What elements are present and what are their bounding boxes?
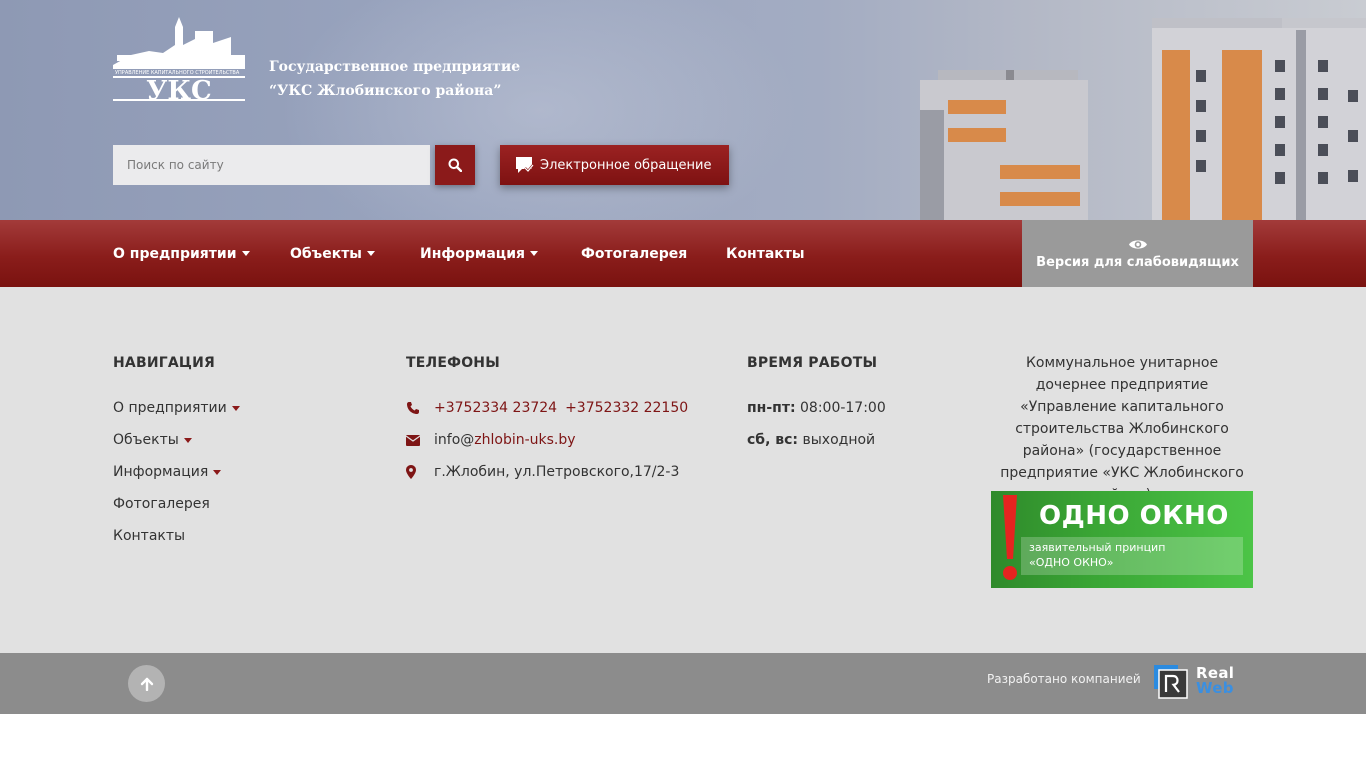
nav-item-label: Контакты	[726, 245, 805, 262]
building-window	[1318, 144, 1328, 156]
caret-down-icon	[231, 405, 240, 411]
low-vision-version-label: Версия для слабовидящих	[1036, 254, 1239, 270]
hours-weekdays: пн-пт: 08:00-17:00	[747, 400, 886, 416]
facade-shadow	[920, 110, 944, 220]
building-window	[1275, 88, 1285, 100]
building-window	[1196, 130, 1206, 142]
building-window	[1275, 172, 1285, 184]
address-row: г.Жлобин, ул.Петровского,17/2-3	[406, 464, 679, 480]
appeal-icon	[516, 156, 534, 174]
arrow-up-icon	[140, 677, 153, 691]
footer-link-photogallery[interactable]: Фотогалерея	[113, 496, 210, 512]
caret-down-icon	[241, 251, 250, 256]
building-window	[1196, 160, 1206, 172]
building-window	[1318, 172, 1328, 184]
building-window	[1348, 170, 1358, 182]
banner-subtitle-1: заявительный принцип	[1029, 541, 1166, 554]
caret-down-icon	[366, 251, 375, 256]
banner-subtitle-2: «ОДНО ОКНО»	[1029, 556, 1114, 569]
facade-panel	[1222, 50, 1262, 220]
facade-shadow	[1296, 30, 1306, 220]
org-name-line2: “УКС Жлобинского района”	[269, 83, 502, 99]
banner-title: ОДНО ОКНО	[1039, 501, 1229, 531]
site-header: УПРАВЛЕНИЕ КАПИТАЛЬНОГО СТРОИТЕЛЬСТВА УК…	[0, 0, 1366, 220]
envelope-icon	[406, 434, 434, 446]
nav-item-label: О предприятии	[113, 245, 237, 262]
building-window	[1275, 60, 1285, 72]
building-window	[1196, 70, 1206, 82]
phone-link-2[interactable]: +3752332 22150	[565, 400, 688, 416]
caret-down-icon	[183, 437, 192, 443]
org-name-line1: Государственное предприятие	[269, 59, 521, 75]
org-description: Коммунальное унитарное дочернее предприя…	[1000, 355, 1244, 503]
footer-link-label: О предприятии	[113, 400, 227, 416]
facade-panel	[1162, 50, 1190, 220]
footer-link-about[interactable]: О предприятии	[113, 400, 240, 416]
footer-link-label: Объекты	[113, 432, 179, 448]
electronic-appeal-label: Электронное обращение	[540, 157, 712, 173]
building-window	[1275, 116, 1285, 128]
email-link[interactable]: zhlobin-uks.by	[474, 432, 575, 448]
one-window-banner[interactable]: ОДНО ОКНО заявительный принцип «ОДНО ОКН…	[991, 491, 1253, 588]
footer-link-information[interactable]: Информация	[113, 464, 222, 480]
footer-link-label: Фотогалерея	[113, 496, 210, 512]
building-window	[1318, 88, 1328, 100]
caret-down-icon	[530, 251, 538, 256]
nav-item-label: Фотогалерея	[581, 245, 688, 262]
search-button[interactable]	[435, 145, 475, 185]
footer-phones-title: ТЕЛЕФОНЫ	[406, 355, 500, 371]
hours-weekend: сб, вс: выходной	[747, 432, 875, 448]
org-name: Государственное предприятие “УКС Жлобинс…	[269, 55, 520, 103]
building-window	[1348, 90, 1358, 102]
developer-logo-web: Web	[1196, 679, 1234, 697]
facade-panel	[1000, 192, 1080, 206]
address-text: г.Жлобин, ул.Петровского,17/2-3	[434, 464, 680, 480]
footer-link-label: Контакты	[113, 528, 186, 544]
weekend-label: сб, вс:	[747, 432, 799, 448]
nav-item-label: Информация	[420, 245, 525, 262]
phone-icon	[406, 401, 434, 415]
footer-navigation-title: НАВИГАЦИЯ	[113, 355, 215, 371]
email-prefix: info@	[434, 432, 475, 448]
facade-panel	[1000, 165, 1080, 179]
search-input[interactable]	[113, 145, 430, 185]
email-row: info@ zhlobin-uks.by	[406, 432, 576, 448]
electronic-appeal-button[interactable]: Электронное обращение	[500, 145, 729, 185]
building-window	[1275, 144, 1285, 156]
search-icon	[448, 158, 462, 172]
developed-by-text: Разработано компанией	[987, 672, 1141, 686]
footer-link-label: Информация	[113, 464, 209, 480]
building-window	[1318, 60, 1328, 72]
svg-text:УКС: УКС	[146, 76, 211, 101]
weekdays-value: 08:00-17:00	[800, 400, 886, 416]
realweb-logo-icon	[1154, 665, 1188, 699]
nav-item-information[interactable]: Информация	[420, 220, 538, 287]
nav-item-contacts[interactable]: Контакты	[726, 220, 805, 287]
site-logo[interactable]: УПРАВЛЕНИЕ КАПИТАЛЬНОГО СТРОИТЕЛЬСТВА УК…	[113, 15, 245, 106]
caret-down-icon	[213, 469, 222, 475]
eye-icon	[1128, 239, 1147, 249]
nav-item-photogallery[interactable]: Фотогалерея	[581, 220, 687, 287]
footer-link-objects[interactable]: Объекты	[113, 432, 192, 448]
phone-link-1[interactable]: +3752334 23724	[434, 400, 557, 416]
nav-item-about[interactable]: О предприятии	[113, 220, 250, 287]
facade-panel	[948, 128, 1006, 142]
building-window	[1348, 130, 1358, 142]
building-window	[1196, 100, 1206, 112]
nav-item-objects[interactable]: Объекты	[290, 220, 375, 287]
phones-row: +3752334 23724 +3752332 22150	[406, 400, 688, 416]
footer-hours-title: ВРЕМЯ РАБОТЫ	[747, 355, 878, 371]
footer-link-contacts[interactable]: Контакты	[113, 528, 185, 544]
header-background	[280, 0, 800, 220]
logo-icon: УПРАВЛЕНИЕ КАПИТАЛЬНОГО СТРОИТЕЛЬСТВА УК…	[113, 17, 245, 106]
map-marker-icon	[406, 465, 434, 479]
building-window	[1318, 116, 1328, 128]
weekdays-label: пн-пт:	[747, 400, 796, 416]
nav-item-label: Объекты	[290, 245, 362, 262]
weekend-value: выходной	[802, 432, 876, 448]
low-vision-version-button[interactable]: Версия для слабовидящих	[1022, 220, 1253, 287]
scroll-to-top-button[interactable]	[128, 665, 165, 702]
facade-panel	[948, 100, 1006, 114]
